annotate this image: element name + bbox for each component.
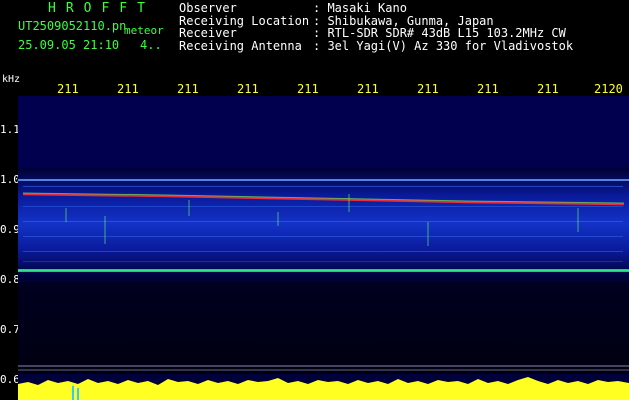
- time-tick-label: 211: [177, 82, 199, 96]
- signal-line-0-8-khz-core: [18, 270, 629, 271]
- time-tick-label: 211: [477, 82, 499, 96]
- time-tick-label: 211: [297, 82, 319, 96]
- detection-count: 4..: [140, 38, 162, 52]
- header-panel: HROFFT UT2509052110.pn meteor 25.09.05 2…: [0, 0, 629, 72]
- meta-key: Receiver: [179, 26, 237, 40]
- file-name: UT2509052110.pn: [18, 19, 127, 33]
- meta-row-receiver: Receiver : RTL-SDR SDR# 43dB L15 103.2MH…: [179, 27, 573, 40]
- lower-noise-region: [18, 282, 629, 374]
- time-tick-label: 2120: [594, 82, 623, 96]
- station-code: HROFFT: [48, 1, 155, 16]
- spectrogram-plot: [18, 96, 629, 400]
- meta-value: : 3el Yagi(V) Az 330 for Vladivostok: [313, 38, 574, 53]
- freq-tick-label: 0.9: [0, 223, 20, 236]
- signal-line-1-0-khz: [18, 179, 629, 181]
- station-metadata: Observer : Masaki Kano Receiving Locatio…: [179, 2, 573, 52]
- time-tick-label: 211: [117, 82, 139, 96]
- file-suffix: meteor: [124, 24, 164, 37]
- freq-tick-label: 1.1: [0, 123, 20, 136]
- upper-noise-region: [18, 96, 629, 168]
- time-tick-label: 211: [237, 82, 259, 96]
- meta-value: : Masaki Kano: [313, 1, 407, 15]
- meta-key: Receiving Antenna: [179, 38, 302, 53]
- frequency-unit-label: kHz: [2, 74, 21, 85]
- date-time: 25.09.05 21:10: [18, 38, 120, 52]
- meta-row-observer: Observer : Masaki Kano: [179, 2, 573, 15]
- time-tick-label: 211: [417, 82, 439, 96]
- meta-row-antenna: Receiving Antenna : 3el Yagi(V) Az 330 f…: [179, 38, 574, 53]
- time-tick-label: 211: [357, 82, 379, 96]
- freq-tick-label: 0.8: [0, 273, 20, 286]
- time-tick-label: 211: [537, 82, 559, 96]
- freq-tick-label: 1.0: [0, 173, 20, 186]
- freq-tick-label: 0.6: [0, 373, 20, 386]
- time-tick-label: 211: [57, 82, 79, 96]
- meta-key: Observer: [179, 1, 237, 15]
- meta-value: : RTL-SDR SDR# 43dB L15 103.2MHz CW: [313, 26, 566, 40]
- freq-tick-label: 0.7: [0, 323, 20, 336]
